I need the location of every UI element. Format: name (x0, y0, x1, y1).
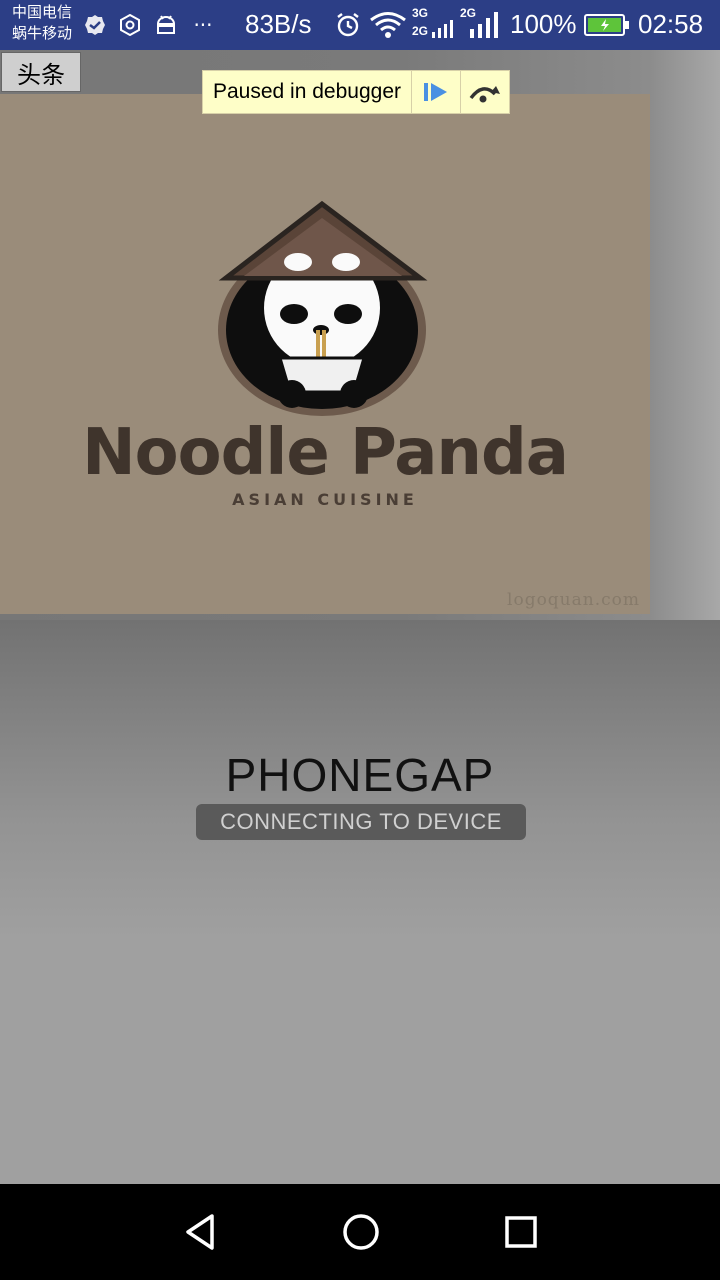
brand-subtitle: ASIAN CUISINE (232, 490, 418, 509)
overflow-dots: ··· (193, 13, 213, 37)
settings-ring-icon (118, 12, 142, 38)
toutiao-button[interactable]: 头条 (1, 52, 81, 92)
alarm-icon (334, 12, 362, 38)
wifi-icon (368, 12, 408, 38)
connection-status-badge: CONNECTING TO DEVICE (196, 804, 526, 840)
battery-percent: 100% (510, 9, 577, 39)
network-speed: 83B/s (245, 9, 312, 39)
signal-small-icon (430, 16, 454, 40)
carrier-label: 中国电信 蜗牛移动 (12, 2, 72, 44)
debugger-status: Paused in debugger (203, 71, 412, 113)
back-icon (186, 1214, 214, 1250)
clock: 02:58 (638, 9, 704, 39)
phonegap-title: PHONEGAP (225, 749, 495, 801)
signal-icon (468, 12, 500, 38)
home-button[interactable] (337, 1208, 385, 1256)
battery-icon (584, 12, 630, 38)
noodle-panda-logo-image: Noodle Panda ASIAN CUISINE logoquan.com (0, 94, 650, 614)
carrier-line-2: 蜗牛移动 (12, 24, 73, 42)
net-type-2: 2G (412, 24, 429, 38)
resume-icon (424, 83, 447, 101)
recents-icon (505, 1216, 537, 1248)
step-over-icon (469, 86, 500, 103)
panda-mascot-icon (218, 200, 428, 416)
back-button[interactable] (176, 1208, 224, 1256)
android-icon (153, 12, 179, 38)
brand-title: Noodle Panda (82, 416, 569, 490)
status-bar: 中国电信 蜗牛移动 ··· 83B/s 3G 2G 2G 100% 02:58 (0, 0, 720, 50)
check-badge-icon (82, 12, 108, 38)
home-icon (343, 1214, 379, 1250)
navigation-bar (0, 1184, 720, 1280)
net-type-1: 3G (412, 6, 429, 20)
step-over-button[interactable] (461, 71, 509, 113)
watermark: logoquan.com (507, 590, 640, 610)
resume-button[interactable] (412, 71, 461, 113)
carrier-line-1: 中国电信 (12, 3, 73, 21)
webview-bottom (0, 620, 720, 1184)
debugger-bar: Paused in debugger (202, 70, 510, 114)
recents-button[interactable] (497, 1208, 545, 1256)
